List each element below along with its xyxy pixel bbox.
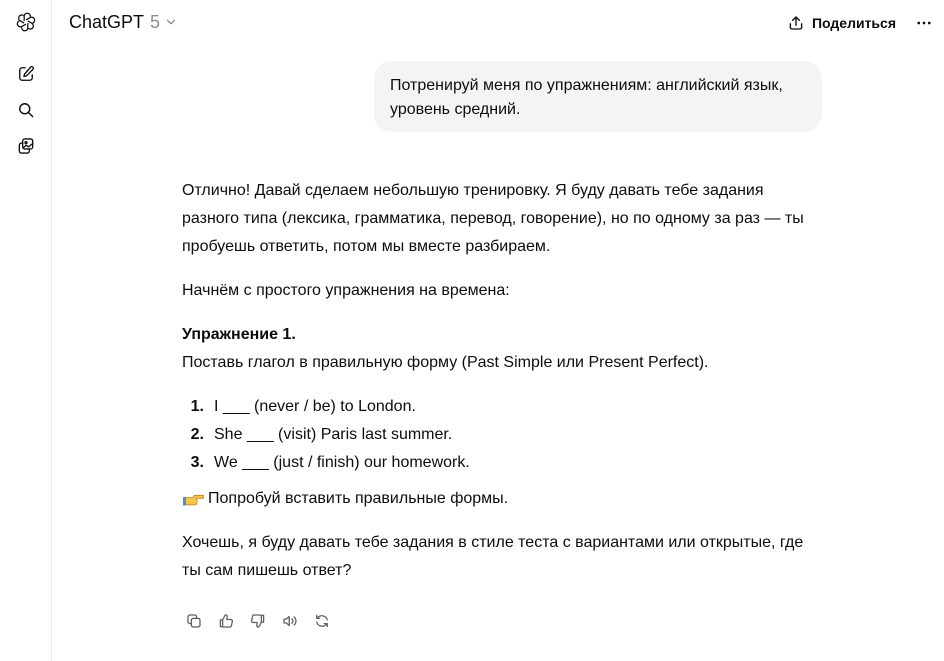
share-label: Поделиться [811,15,896,31]
new-chat-button[interactable] [10,58,42,90]
user-message: Потренируй меня по упражнениям: английск… [374,61,822,132]
model-name: ChatGPT [69,11,145,32]
search-icon [19,103,34,118]
thumbs-down-icon [250,614,265,628]
list-item-number: 2. [190,426,204,443]
list-item-text: I ___ (never / be) to London. [214,398,416,415]
assistant-question: Хочешь, я буду давать тебе задания в сти… [182,534,804,579]
search-button[interactable] [10,94,42,126]
assistant-start: Начнём с простого упражнения на времена: [182,282,510,299]
thumbs-down-button[interactable] [242,608,274,634]
model-version: 5 [150,11,161,32]
more-options-button[interactable] [910,9,938,37]
exercise-block: Упражнение 1. Поставь глагол в правильну… [182,321,822,377]
backhand-index-pointing-right-icon [183,494,204,506]
list-item-text: She ___ (visit) Paris last summer. [214,426,453,443]
library-images-icon [18,138,34,154]
regenerate-icon [316,614,328,628]
list-item: 3. We ___ (just / finish) our homework. [182,449,822,477]
read-aloud-icon [283,615,297,627]
regenerate-button[interactable] [306,608,338,634]
copy-button[interactable] [178,608,210,634]
share-upload-icon [789,16,803,30]
edit-pencil-icon [19,66,34,81]
thumbs-up-icon [219,614,234,628]
share-button[interactable]: Поделиться [779,9,904,37]
hint-text: Попробуй вставить правильные формы. [208,490,509,507]
list-item-number: 1. [190,398,204,415]
thumbs-up-button[interactable] [210,608,242,634]
sidebar [0,0,52,661]
header: ChatGPT 5 Поделиться [53,0,944,44]
message-actions [178,608,338,634]
openai-logo-icon[interactable] [10,6,42,38]
list-item: 2. She ___ (visit) Paris last summer. [182,421,822,449]
exercise-instruction: Поставь глагол в правильную форму (Past … [182,354,709,371]
assistant-intro: Отлично! Давай сделаем небольшую трениро… [182,182,804,255]
list-item-text: We ___ (just / finish) our homework. [214,454,470,471]
exercise-title: Упражнение 1. [182,326,296,343]
read-aloud-button[interactable] [274,608,306,634]
model-selector[interactable]: ChatGPT 5 [63,6,184,38]
copy-icon [187,614,201,628]
hint-line: Попробуй вставить правильные формы. [182,485,822,513]
more-dots-icon [917,21,931,25]
list-item: 1. I ___ (never / be) to London. [182,393,822,421]
assistant-message: Отлично! Давай сделаем небольшую трениро… [182,177,822,585]
exercise-list: 1. I ___ (never / be) to London. 2. She … [182,393,822,477]
chevron-down-icon [166,19,176,25]
list-item-number: 3. [190,454,204,471]
library-button[interactable] [10,130,42,162]
